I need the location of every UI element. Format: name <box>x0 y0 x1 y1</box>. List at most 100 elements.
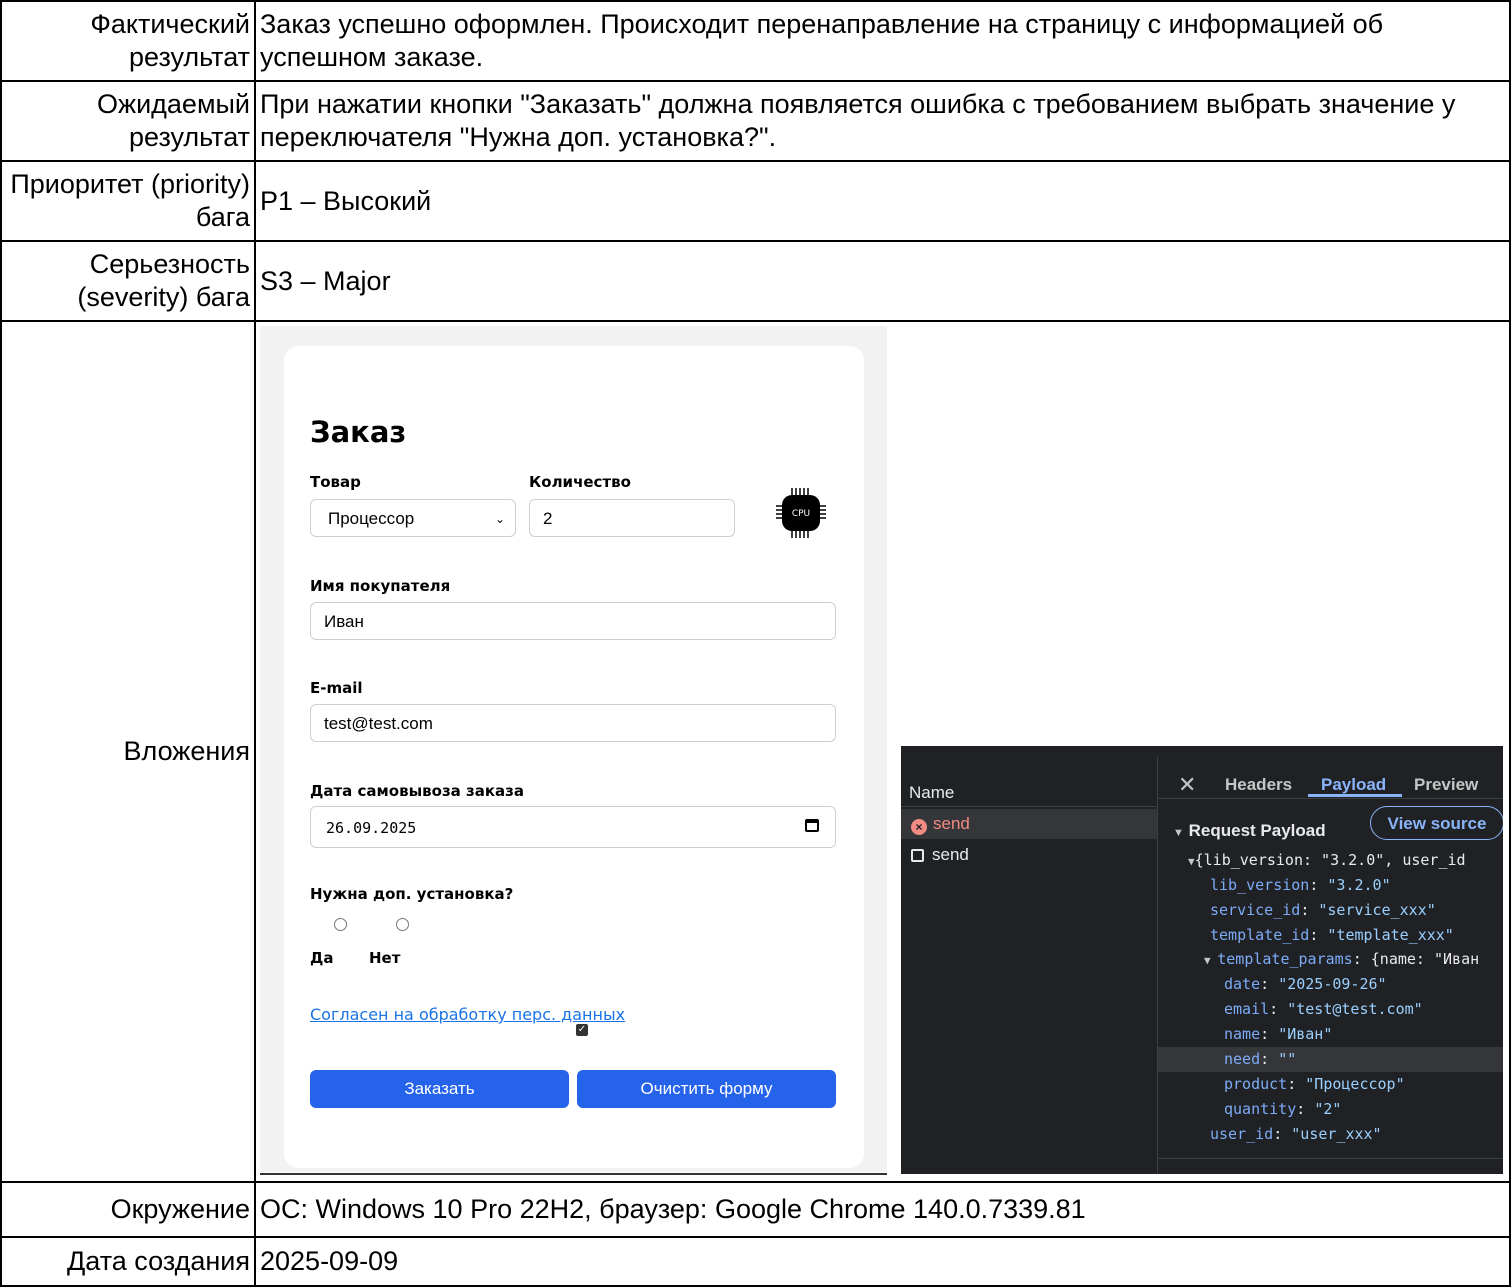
tab-headers[interactable]: Headers <box>1225 768 1292 801</box>
payload-key: quantity <box>1224 1100 1297 1118</box>
active-tab-indicator <box>1308 794 1402 797</box>
payload-summary: {lib_version: "3.2.0", user_id <box>1194 851 1466 869</box>
name-column-header[interactable]: Name <box>909 776 954 809</box>
network-request-list: Name × send send <box>901 756 1158 1174</box>
payload-value: "test@test.com" <box>1287 1000 1423 1018</box>
details-tabs: ✕ Headers Payload Preview <box>1158 756 1503 799</box>
expand-triangle-icon: ▼ <box>1173 827 1184 839</box>
quantity-label: Количество <box>529 473 631 491</box>
product-label: Товар <box>310 473 361 491</box>
payload-value: "template_xxx" <box>1327 926 1454 944</box>
request-type-icon <box>911 849 924 862</box>
payload-row-date: date: "2025-09-26" <box>1224 975 1387 993</box>
payload-key: service_id <box>1210 901 1301 919</box>
cpu-icon: CPU <box>776 488 826 538</box>
order-form-card: Заказ Товар Процессор ⌄ Количество 2 CPU… <box>284 346 864 1168</box>
payload-value: "user_xxx" <box>1291 1125 1382 1143</box>
request-payload-section[interactable]: ▼ Request Payload <box>1173 814 1326 850</box>
consent-checkbox[interactable]: ✓ <box>576 1024 588 1036</box>
request-row-send[interactable]: send <box>901 840 1157 870</box>
buyer-input[interactable]: Иван <box>310 602 836 640</box>
created-date-label: Дата создания <box>0 1236 256 1287</box>
order-button[interactable]: Заказать <box>310 1070 569 1108</box>
row-created-date: Дата создания 2025-09-09 <box>0 1236 1511 1287</box>
form-screenshot-divider <box>260 1173 887 1175</box>
attachments-label: Вложения <box>0 320 256 1183</box>
clear-form-button[interactable]: Очистить форму <box>577 1070 836 1108</box>
payload-key: lib_version <box>1210 876 1310 894</box>
row-severity: Серьезность (severity) бага S3 – Major <box>0 240 1511 322</box>
error-icon: × <box>911 819 927 835</box>
payload-row-template-id: template_id: "template_xxx" <box>1210 926 1454 944</box>
payload-key: need <box>1224 1050 1261 1068</box>
close-icon[interactable]: ✕ <box>1178 768 1196 801</box>
created-date-value: 2025-09-09 <box>254 1236 1511 1287</box>
expected-result-label: Ожидаемый результат <box>0 80 256 162</box>
actual-result-label: Фактический результат <box>0 0 256 82</box>
request-details-panel: ✕ Headers Payload Preview ▼ Request Payl… <box>1158 756 1503 1174</box>
install-yes-label: Да <box>310 949 334 967</box>
row-priority: Приоритет (priority) бага P1 – Высокий <box>0 160 1511 242</box>
email-input[interactable]: test@test.com <box>310 704 836 742</box>
order-form-screenshot: Заказ Товар Процессор ⌄ Количество 2 CPU… <box>260 326 887 1172</box>
calendar-icon[interactable] <box>805 819 819 832</box>
product-select[interactable]: Процессор ⌄ <box>310 499 516 537</box>
payload-key: user_id <box>1210 1125 1274 1143</box>
payload-row-email: email: "test@test.com" <box>1224 1000 1423 1018</box>
payload-key: date <box>1224 975 1261 993</box>
install-no-label: Нет <box>369 949 401 967</box>
expand-triangle-icon: ▼ <box>1188 855 1195 868</box>
payload-key: name <box>1224 1025 1261 1043</box>
payload-value: "" <box>1278 1050 1297 1068</box>
date-label: Дата самовывоза заказа <box>310 782 524 800</box>
date-input-value: 26.09.2025 <box>326 819 417 837</box>
priority-value: P1 – Высокий <box>254 160 1511 242</box>
request-name: send <box>932 845 969 864</box>
chevron-down-icon: ⌄ <box>494 512 505 526</box>
actual-result-value: Заказ успешно оформлен. Происходит перен… <box>254 0 1511 82</box>
payload-value: "2" <box>1314 1100 1342 1118</box>
row-environment: Окружение ОС: Windows 10 Pro 22H2, брауз… <box>0 1181 1511 1238</box>
attachments-cell: Заказ Товар Процессор ⌄ Количество 2 CPU… <box>254 320 1511 1183</box>
payload-row-lib-version: lib_version: "3.2.0" <box>1210 876 1391 894</box>
payload-value: "3.2.0" <box>1327 876 1391 894</box>
priority-label: Приоритет (priority) бага <box>0 160 256 242</box>
payload-row-service-id: service_id: "service_xxx" <box>1210 901 1436 919</box>
severity-value: S3 – Major <box>254 240 1511 322</box>
payload-root-row[interactable]: ▼{lib_version: "3.2.0", user_id <box>1158 848 1503 873</box>
header-divider <box>901 806 1157 807</box>
panel-bottom-divider <box>1158 1158 1503 1159</box>
severity-label: Серьезность (severity) бага <box>0 240 256 322</box>
row-actual-result: Фактический результат Заказ успешно офор… <box>0 0 1511 82</box>
payload-key: product <box>1224 1075 1288 1093</box>
payload-value: "service_xxx" <box>1318 901 1436 919</box>
form-title: Заказ <box>310 415 407 449</box>
product-select-value: Процессор <box>328 509 415 528</box>
install-label: Нужна доп. установка? <box>310 885 514 903</box>
email-label: E-mail <box>310 679 363 697</box>
date-input[interactable]: 26.09.2025 <box>310 806 836 848</box>
buyer-label: Имя покупателя <box>310 577 451 595</box>
payload-row-quantity: quantity: "2" <box>1224 1100 1342 1118</box>
row-expected-result: Ожидаемый результат При нажатии кнопки "… <box>0 80 1511 162</box>
bug-report-table: Фактический результат Заказ успешно офор… <box>0 0 1511 1287</box>
row-attachments: Вложения Заказ Товар Процессор ⌄ Количес… <box>0 320 1511 1183</box>
install-yes-radio[interactable] <box>334 918 347 931</box>
payload-row-product: product: "Процессор" <box>1224 1075 1405 1093</box>
tab-preview[interactable]: Preview <box>1414 768 1478 801</box>
quantity-input[interactable]: 2 <box>529 499 735 537</box>
payload-row-name: name: "Иван" <box>1224 1025 1333 1043</box>
install-no-radio[interactable] <box>396 918 409 931</box>
request-row-send-error[interactable]: × send <box>901 809 1157 839</box>
payload-row-need: need: "" <box>1158 1047 1503 1072</box>
payload-key: email <box>1224 1000 1270 1018</box>
cpu-icon-text: CPU <box>792 509 810 519</box>
payload-row-user-id: user_id: "user_xxx" <box>1210 1125 1382 1143</box>
request-payload-title: Request Payload <box>1188 821 1326 840</box>
payload-value: "2025-09-26" <box>1278 975 1387 993</box>
environment-label: Окружение <box>0 1181 256 1238</box>
view-source-button[interactable]: View source <box>1370 806 1503 840</box>
payload-value: "Иван" <box>1278 1025 1333 1043</box>
payload-value: "Процессор" <box>1305 1075 1405 1093</box>
payload-row-template-params[interactable]: ▼ template_params: {name: "Иван <box>1158 947 1503 972</box>
